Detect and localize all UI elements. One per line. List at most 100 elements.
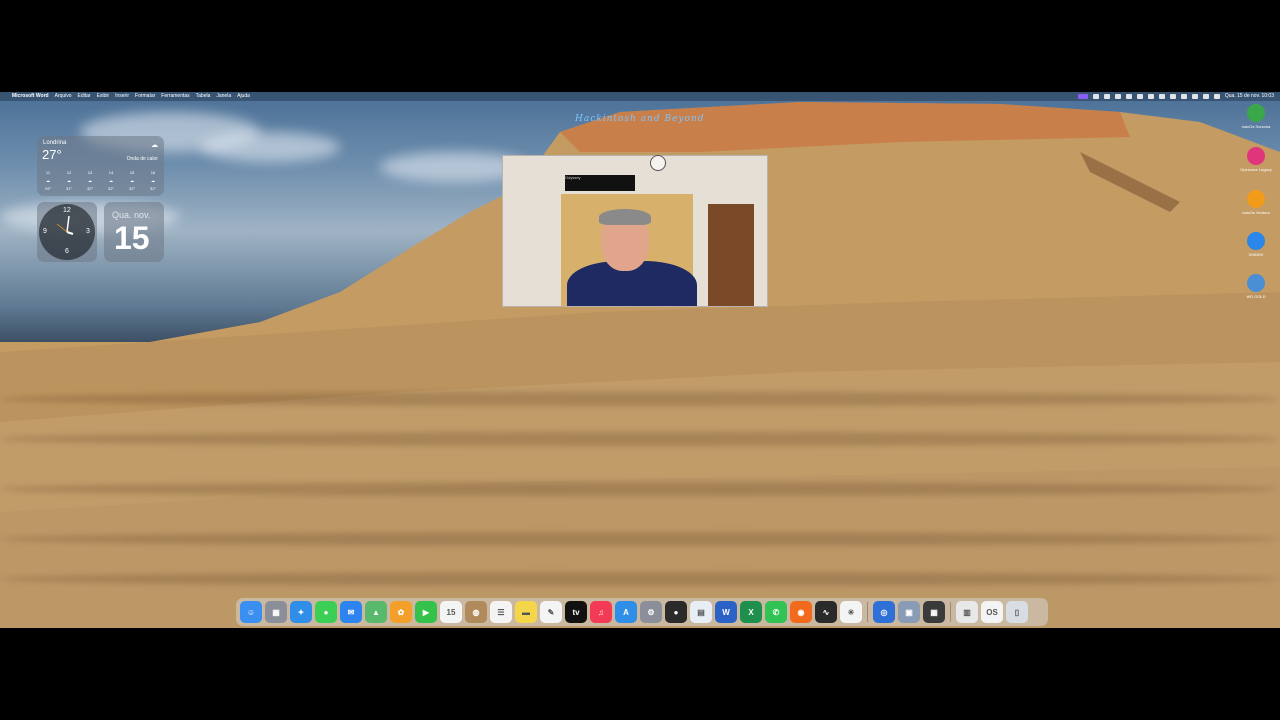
trash-icon[interactable]: ▯ <box>1006 601 1028 623</box>
cloud-icon: ☁ <box>151 178 155 183</box>
clock-hands <box>56 215 74 235</box>
screenshot-icon[interactable]: ▣ <box>898 601 920 623</box>
clock-face: 12 3 6 9 <box>39 204 95 260</box>
desktop-icon-opencore-legacy[interactable]: Opencore Legacy <box>1236 147 1276 172</box>
activity-monitor-icon[interactable]: ∿ <box>815 601 837 623</box>
launchpad-icon[interactable]: ▦ <box>265 601 287 623</box>
documents-icon[interactable]: ▥ <box>956 601 978 623</box>
cloud-icon: ☁ <box>130 178 134 183</box>
menu-bar: Microsoft Word Arquivo Editar Exibir Ins… <box>0 92 1280 101</box>
menu-exibir[interactable]: Exibir <box>97 92 110 101</box>
menu-arquivo[interactable]: Arquivo <box>55 92 72 101</box>
notes-icon[interactable]: ▬ <box>515 601 537 623</box>
weather-widget[interactable]: Londrina 27° ☁ Onda de calor 11 ☁ 29° 12 ☁ 3… <box>37 136 164 196</box>
mouse-cursor <box>650 155 666 171</box>
weather-temp: 27° <box>42 147 62 162</box>
desktop-icon-wd-gold[interactable]: WD GOLD <box>1236 274 1276 299</box>
ventura-installer-icon[interactable]: OS <box>981 601 1003 623</box>
menubar-clock[interactable]: Qua. 15 de nov. 10:03 <box>1225 92 1274 101</box>
facetime-icon[interactable]: ▶ <box>415 601 437 623</box>
desktop-icon-label: Opencore Legacy <box>1240 167 1272 172</box>
cloud-icon: ☁ <box>46 178 50 183</box>
desktop-icon-label: WD GOLD <box>1246 294 1266 299</box>
whatsapp-icon[interactable]: ✆ <box>765 601 787 623</box>
control-center-icon[interactable] <box>1213 94 1220 99</box>
forecast-hour: 12 ☁ 31° <box>62 169 76 193</box>
monitor: Odyssey <box>565 175 635 191</box>
forecast-hour: 11 ☁ 29° <box>41 169 55 193</box>
menubar-extra-icon[interactable] <box>1092 94 1099 99</box>
cloud-icon: ☁ <box>109 178 113 183</box>
music-icon[interactable]: ♫ <box>590 601 612 623</box>
settings-icon[interactable]: ⚙ <box>640 601 662 623</box>
calendar-widget[interactable]: Qua. nov. 15 <box>104 202 164 262</box>
photos-icon[interactable]: ✿ <box>390 601 412 623</box>
forecast-hour: 16 ☁ 32° <box>146 169 160 193</box>
menubar-extra-icon[interactable] <box>1147 94 1154 99</box>
calculator-icon[interactable]: ▦ <box>923 601 945 623</box>
menu-inserir[interactable]: Inserir <box>115 92 129 101</box>
menu-editar[interactable]: Editar <box>78 92 91 101</box>
menubar-extra-icon[interactable] <box>1136 94 1143 99</box>
menu-ferramentas[interactable]: Ferramentas <box>161 92 189 101</box>
finder-icon[interactable]: ☺ <box>240 601 262 623</box>
utility-icon[interactable]: ✳ <box>840 601 862 623</box>
partly-cloudy-icon: ☁ <box>151 142 158 149</box>
forecast-hour: 13 ☁ 32° <box>83 169 97 193</box>
desktop-icon-label: macOs Ventura <box>1242 210 1270 215</box>
appstore-icon[interactable]: A <box>615 601 637 623</box>
app-menu[interactable]: Microsoft Word <box>12 92 49 101</box>
volume-icon[interactable] <box>1158 94 1165 99</box>
desktop: Microsoft Word Arquivo Editar Exibir Ins… <box>0 92 1280 628</box>
menubar-extra-icon[interactable] <box>1114 94 1121 99</box>
channel-watermark: Hackintosh and Beyond <box>575 114 705 124</box>
wifi-icon[interactable] <box>1191 94 1198 99</box>
cloud-icon: ☁ <box>88 178 92 183</box>
preview-icon[interactable]: ▤ <box>690 601 712 623</box>
calendar-icon[interactable]: 15 <box>440 601 462 623</box>
menu-formatar[interactable]: Formatar <box>135 92 155 101</box>
presenter-hair <box>599 209 651 225</box>
desktop-icon-macos-ventura[interactable]: macOs Ventura <box>1236 190 1276 215</box>
calendar-date: 15 <box>114 220 150 256</box>
word-icon[interactable]: W <box>715 601 737 623</box>
menubar-extra-icon[interactable] <box>1103 94 1110 99</box>
reminders-icon[interactable]: ☰ <box>490 601 512 623</box>
presenter <box>567 209 697 306</box>
webcam-overlay[interactable]: Odyssey <box>502 155 768 307</box>
forecast-hour: 15 ☁ 32° <box>125 169 139 193</box>
appletv-icon[interactable]: tv <box>565 601 587 623</box>
menubar-extra-icon[interactable] <box>1125 94 1132 99</box>
desktop-icon-sn850x[interactable]: SN850X <box>1236 232 1276 257</box>
messages-icon[interactable]: ● <box>315 601 337 623</box>
weather-condition: Onda de calor <box>126 156 158 162</box>
dock: ☺ ▦ ✦ ● ✉ ▲ ✿ ▶ 15 ◍ ☰ ▬ ✎ tv ♫ A ⚙ ● ▤ W X ✆ ◉ ∿ ✳ ◎ ▣ ▦ ▥ OS ▯ <box>236 598 1048 626</box>
clock-widget[interactable]: 12 3 6 9 <box>37 202 97 262</box>
dock-separator <box>950 602 951 622</box>
firefox-icon[interactable]: ◉ <box>790 601 812 623</box>
maps-icon[interactable]: ▲ <box>365 601 387 623</box>
status-menu-icon[interactable] <box>1077 94 1088 99</box>
menu-ajuda[interactable]: Ajuda <box>237 92 250 101</box>
weather-city: Londrina <box>43 140 67 146</box>
forecast-hour: 14 ☁ 32° <box>104 169 118 193</box>
bluetooth-icon[interactable] <box>1169 94 1176 99</box>
monitor-label: Odyssey <box>565 175 581 180</box>
mail-icon[interactable]: ✉ <box>340 601 362 623</box>
hourly-forecast: 11 ☁ 29° 12 ☁ 31° 13 ☁ 32° 14 ☁ 32° 15 ☁ 32° 16 ☁ 32… <box>41 169 160 193</box>
drive-icon <box>1247 274 1265 292</box>
apple-logo-icon <box>1247 190 1265 208</box>
desktop-icon-macos-sonoma[interactable]: macOs Sonoma <box>1236 104 1276 129</box>
recorder-icon[interactable]: ● <box>665 601 687 623</box>
safari-icon[interactable]: ✦ <box>290 601 312 623</box>
network-icon[interactable]: ◎ <box>873 601 895 623</box>
drive-icon <box>1247 232 1265 250</box>
excel-icon[interactable]: X <box>740 601 762 623</box>
menu-janela[interactable]: Janela <box>216 92 231 101</box>
freeform-icon[interactable]: ✎ <box>540 601 562 623</box>
search-icon[interactable] <box>1202 94 1209 99</box>
door <box>708 204 754 306</box>
battery-icon[interactable] <box>1180 94 1187 99</box>
contacts-icon[interactable]: ◍ <box>465 601 487 623</box>
menu-tabela[interactable]: Tabela <box>196 92 211 101</box>
